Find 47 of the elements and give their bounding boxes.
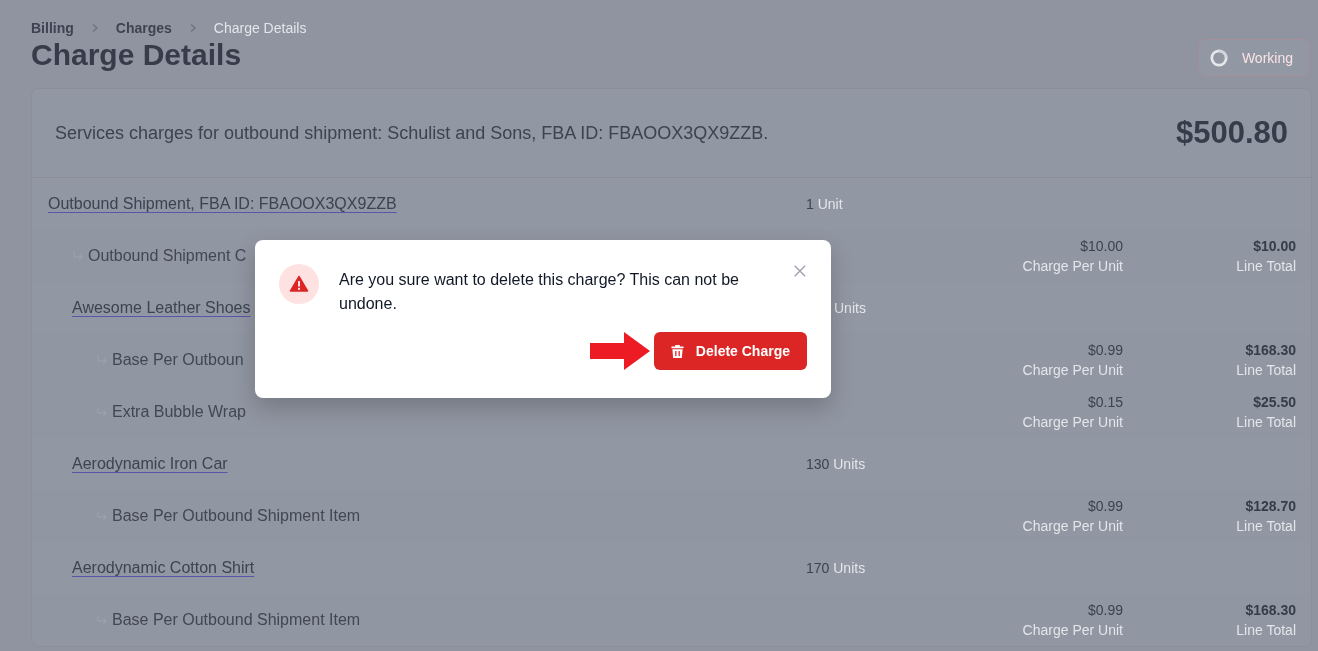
line-total: $128.70 [1245, 497, 1296, 516]
price-label: Charge Per Unit [1022, 517, 1123, 536]
total-amount: $500.80 [1175, 115, 1288, 151]
breadcrumb-link[interactable]: Charge Details [213, 20, 307, 36]
price-text: $0.99 [1087, 341, 1123, 360]
working-button[interactable]: Working [1198, 39, 1310, 76]
close-icon[interactable] [793, 264, 807, 278]
line-total: $10.00 [1253, 237, 1296, 256]
line-total-label: Line Total [1236, 257, 1296, 276]
charge-name: Outbound Shipment C [88, 247, 247, 265]
item-link[interactable]: Aerodynamic Cotton Shirt [72, 559, 255, 577]
charge-name: Base Per Outbound Shipment Item [112, 611, 361, 629]
breadcrumb-link[interactable]: Billing [31, 20, 74, 36]
spinner-icon [1209, 48, 1228, 67]
quantity-text: 130 Units [806, 456, 866, 472]
price-text: $10.00 [1080, 237, 1123, 256]
warning-icon [279, 264, 319, 304]
price-label: Charge Per Unit [1022, 257, 1123, 276]
line-total: $25.50 [1253, 393, 1296, 412]
quantity-text: 1 Unit [806, 196, 843, 212]
item-link[interactable]: Awesome Leather Shoes [72, 299, 251, 317]
price-label: Charge Per Unit [1022, 413, 1123, 432]
charge-name: Base Per Outboun [112, 351, 244, 369]
line-total: $168.30 [1245, 601, 1296, 620]
page-title: Charge Details [31, 38, 243, 72]
delete-charge-button[interactable]: Delete Charge [653, 332, 807, 370]
line-total: $168.30 [1245, 341, 1296, 360]
item-link[interactable]: Aerodynamic Iron Car [72, 455, 228, 473]
line-total-label: Line Total [1236, 413, 1296, 432]
line-total-label: Line Total [1236, 517, 1296, 536]
shipment-link[interactable]: Outbound Shipment, FBA ID: FBAOOX3QX9ZZB [48, 195, 397, 213]
breadcrumb-link[interactable]: Charges [115, 20, 172, 36]
line-total-label: Line Total [1236, 361, 1296, 380]
quantity-text: Units [834, 300, 866, 316]
charge-name: Base Per Outbound Shipment Item [112, 507, 361, 525]
price-label: Charge Per Unit [1022, 361, 1123, 380]
price-label: Charge Per Unit [1022, 621, 1123, 640]
line-total-label: Line Total [1236, 621, 1296, 640]
dialog-message: Are you sure want to delete this charge? This can not be undone. [339, 270, 740, 314]
summary-text: Services charges for outbound shipment: Schulist and Sons, FBA ID: FBAOOX3QX9ZZB. [55, 122, 769, 144]
charge-name: Extra Bubble Wrap [112, 403, 246, 421]
price-text: $0.99 [1087, 497, 1123, 516]
quantity-text: 170 Units [806, 560, 866, 576]
annotation-arrow [589, 332, 650, 370]
trash-icon [670, 343, 684, 359]
price-text: $0.15 [1087, 393, 1123, 412]
price-text: $0.99 [1087, 601, 1123, 620]
